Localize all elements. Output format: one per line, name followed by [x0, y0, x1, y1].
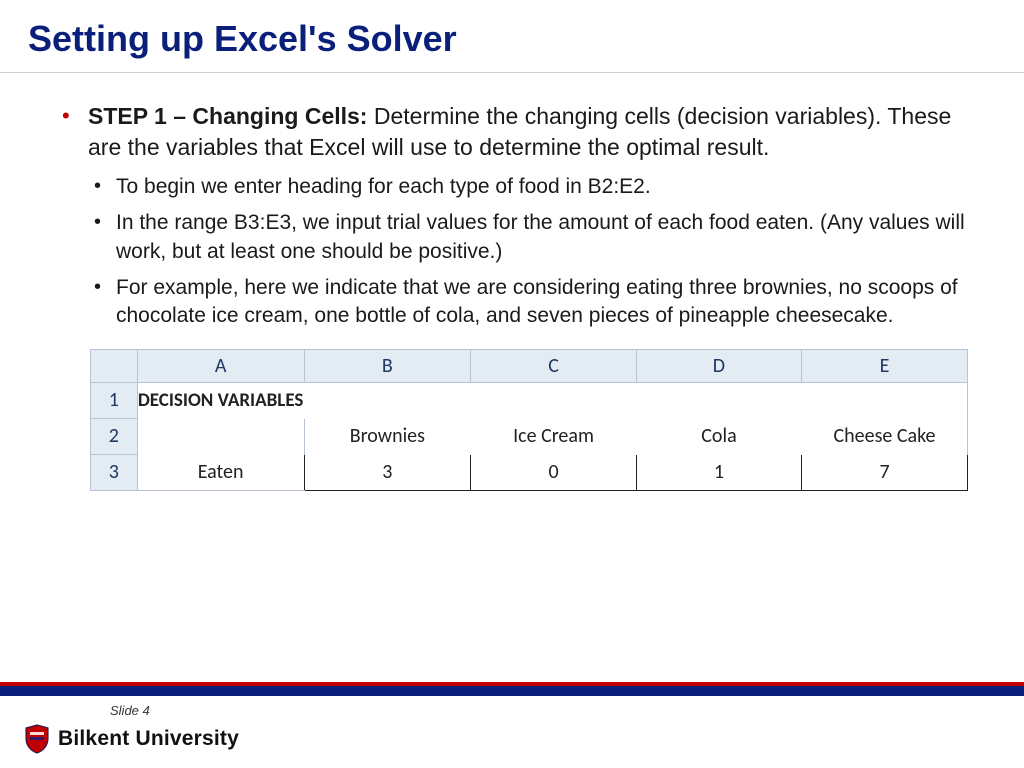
cell-C2: Ice Cream: [471, 418, 637, 454]
step1-sub-0: To begin we enter heading for each type …: [88, 173, 968, 201]
col-C: C: [471, 349, 637, 382]
col-E: E: [802, 349, 968, 382]
step1-sub-1: In the range B3:E3, we input trial value…: [88, 209, 968, 266]
cell-A2: [137, 418, 304, 454]
excel-table: A B C D E 1 DECISION VARIABLES 2: [90, 349, 968, 491]
col-A: A: [137, 349, 304, 382]
slide-number: Slide 4: [110, 703, 150, 718]
cell-A1: DECISION VARIABLES: [137, 382, 304, 418]
university-name: Bilkent University: [58, 727, 239, 751]
cell-A3: Eaten: [137, 454, 304, 490]
sheet-corner: [91, 349, 138, 382]
slide-title: Setting up Excel's Solver: [0, 0, 1024, 73]
shield-icon: [24, 724, 50, 754]
cell-D2: Cola: [636, 418, 801, 454]
cell-D3: 1: [636, 454, 801, 490]
cell-C3: 0: [471, 454, 637, 490]
slide: Setting up Excel's Solver STEP 1 – Chang…: [0, 0, 1024, 768]
step1-label: STEP 1 – Changing Cells:: [88, 103, 367, 129]
row-1: 1: [91, 382, 138, 418]
footer-divider: [0, 682, 1024, 696]
col-B: B: [304, 349, 471, 382]
row-2: 2: [91, 418, 138, 454]
row-3: 3: [91, 454, 138, 490]
bullet-step1: STEP 1 – Changing Cells: Determine the c…: [56, 101, 968, 331]
cell-D1: [636, 382, 801, 418]
col-D: D: [636, 349, 801, 382]
step1-sub-2: For example, here we indicate that we ar…: [88, 274, 968, 331]
cell-E2: Cheese Cake: [802, 418, 968, 454]
cell-C1: [471, 382, 637, 418]
cell-B3: 3: [304, 454, 471, 490]
footer-logo: Bilkent University: [24, 724, 239, 754]
cell-B1: [304, 382, 471, 418]
slide-body: STEP 1 – Changing Cells: Determine the c…: [0, 73, 1024, 491]
cell-E3: 7: [802, 454, 968, 490]
cell-B2: Brownies: [304, 418, 471, 454]
cell-E1: [802, 382, 968, 418]
